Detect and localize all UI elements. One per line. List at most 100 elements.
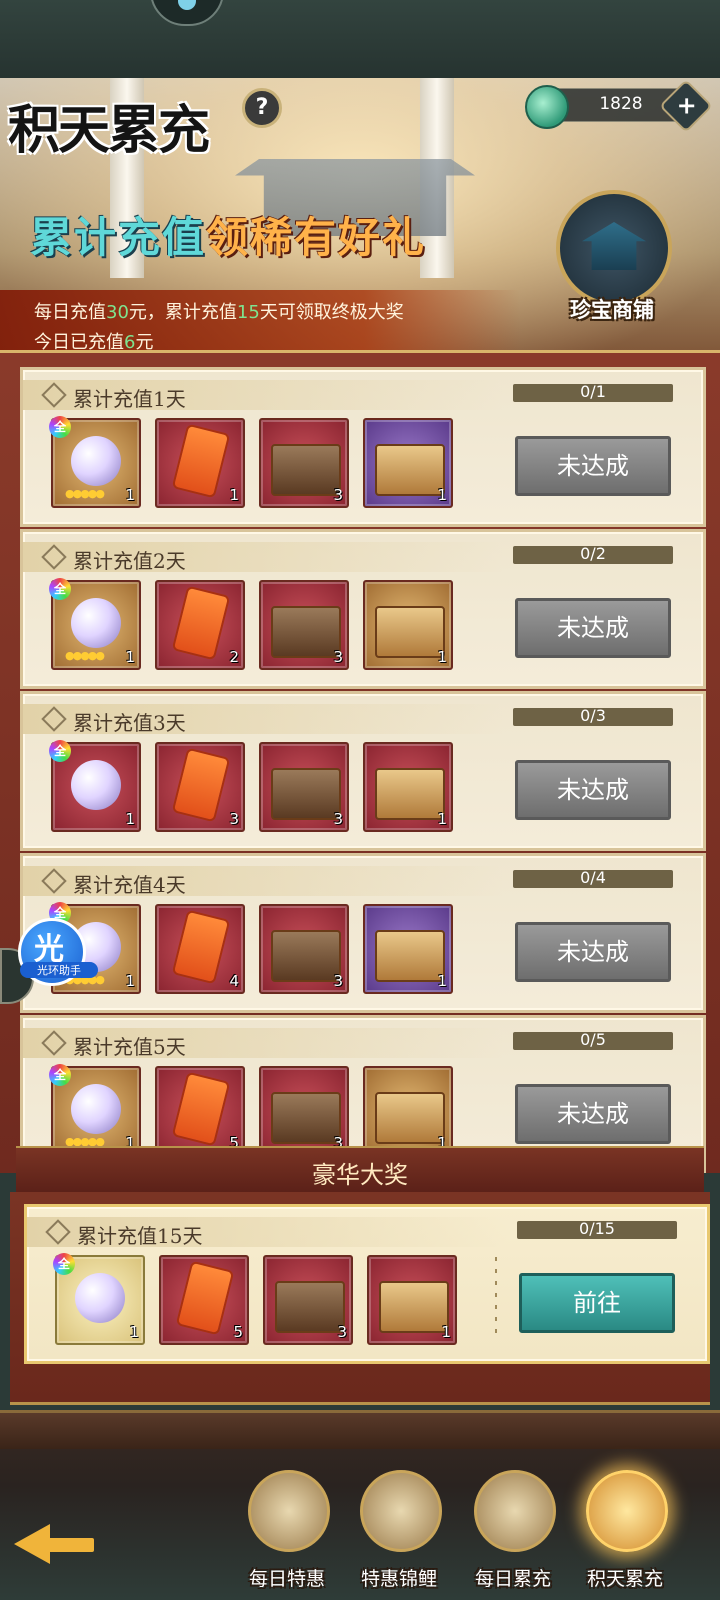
reward-item-chest[interactable]: 3 [263, 1255, 353, 1345]
card-title-bar: 累计充值1天 [23, 380, 503, 411]
reward-item-chest[interactable]: 3 [259, 904, 349, 994]
tier-title: 累计充值2天 [73, 549, 186, 573]
nav-tab-icon [360, 1470, 442, 1552]
tier-title: 累计充值5天 [73, 1035, 186, 1059]
reward-list[interactable]: 累计充值1天 0/1 全 ●●●●● 1 1 3 1 未达成 累计充值2天 0/2 全 ●●●●● 1 2 3… [6, 367, 714, 1173]
treasure-shop-button[interactable] [556, 190, 672, 306]
nav-tab-2[interactable]: 特惠锦鲤 [344, 1470, 454, 1600]
grand-prize-heading: 豪华大奖 [312, 1161, 408, 1189]
tier-progress-text: 0/2 [580, 544, 606, 563]
reward-item-red-envelope[interactable]: 5 [155, 1066, 245, 1156]
reward-tier-card: 累计充值3天 0/3 全 1 3 3 1 未达成 [20, 691, 706, 851]
slogan: 累计充值领稀有好礼 [30, 204, 426, 265]
diamond-icon [41, 1030, 67, 1056]
diamond-icon [41, 382, 67, 408]
top-ornament-icon [150, 0, 224, 26]
decor-table [0, 1410, 720, 1449]
diamond-icon [41, 706, 67, 732]
reward-item-gift-chest[interactable]: 1 [363, 742, 453, 832]
reward-item-orb[interactable]: 全 ●●●●● 1 [49, 1064, 141, 1156]
nav-tab-label: 每日特惠 [248, 1568, 325, 1590]
card-title-bar: 累计充值2天 [23, 542, 503, 573]
help-button[interactable]: ? [242, 88, 282, 128]
tier-progress-text: 0/1 [580, 382, 606, 401]
diamond-icon [41, 544, 67, 570]
not-achieved-button[interactable]: 未达成 [515, 922, 671, 982]
tier-progress-text: 0/4 [580, 868, 606, 887]
reward-item-orb[interactable]: 全 ●●●●● 1 [49, 578, 141, 670]
nav-tab-3[interactable]: 每日累充 [458, 1470, 568, 1600]
nav-tab-label: 积天累充 [586, 1568, 663, 1590]
treasure-shop-label[interactable]: 珍宝商铺 [556, 294, 668, 324]
nav-tab-label: 特惠锦鲤 [360, 1568, 437, 1590]
reward-item-orb[interactable]: 全1 [53, 1253, 145, 1345]
diamond-icon [41, 868, 67, 894]
reward-item-gift-chest[interactable]: 1 [363, 580, 453, 670]
diamond-icon [45, 1219, 71, 1245]
reward-item-red-envelope[interactable]: 1 [155, 418, 245, 508]
add-currency-button[interactable]: + [659, 79, 713, 133]
tier-progress: 0/1 [513, 382, 673, 402]
reward-item-orb[interactable]: 全 ●●●●● 1 [49, 416, 141, 508]
nav-tab-icon [474, 1470, 556, 1552]
reward-item-gift-chest[interactable]: 1 [363, 1066, 453, 1156]
back-button[interactable] [8, 1510, 98, 1580]
slogan-part1: 累计充值 [30, 213, 207, 262]
reward-item-chest[interactable]: 3 [259, 580, 349, 670]
grand-prize-card: 累计充值15天 0/15 全1 5 3 1 前往 [24, 1204, 710, 1364]
event-header: 积天累充 ? 1828 + 累计充值领稀有好礼 每日充值30元，累计充值15天可… [0, 78, 720, 368]
card-title-bar: 累计充值3天 [23, 704, 503, 735]
top-frame [0, 0, 720, 81]
reward-item-chest[interactable]: 3 [259, 418, 349, 508]
shop-building-icon [582, 222, 646, 270]
reward-tier-card: 累计充值4天 0/4 全 ●●●●● 1 4 3 1 未达成 [20, 853, 706, 1013]
reward-item-orb[interactable]: 全1 [49, 740, 141, 832]
grand-prize-progress-text: 0/15 [579, 1219, 615, 1238]
jade-icon [525, 85, 569, 129]
reward-list-frame: 累计充值1天 0/1 全 ●●●●● 1 1 3 1 未达成 累计充值2天 0/2 全 ●●●●● 1 2 3… [0, 350, 720, 1173]
tier-progress-text: 0/3 [580, 706, 606, 725]
not-achieved-button[interactable]: 未达成 [515, 436, 671, 496]
reward-item-chest[interactable]: 3 [259, 1066, 349, 1156]
grand-prize-frame: 累计充值15天 0/15 全1 5 3 1 前往 [10, 1192, 710, 1405]
nav-tab-icon [586, 1470, 668, 1552]
jade-amount: 1828 [599, 94, 643, 114]
nav-tab-4[interactable]: 积天累充 [570, 1470, 680, 1600]
reward-item-gift-chest[interactable]: 1 [363, 904, 453, 994]
reward-item-chest[interactable]: 3 [259, 742, 349, 832]
tier-progress: 0/5 [513, 1030, 673, 1050]
reward-item-red-envelope[interactable]: 5 [159, 1255, 249, 1345]
tier-title: 累计充值3天 [73, 711, 186, 735]
assistant-label: 光环助手 [20, 962, 98, 978]
rule-text: 每日充值30元，累计充值15天可领取终极大奖 [34, 302, 404, 323]
reward-tier-card: 累计充值2天 0/2 全 ●●●●● 1 2 3 1 未达成 [20, 529, 706, 689]
divider [495, 1257, 497, 1337]
back-arrow-icon [14, 1524, 50, 1564]
reward-item-red-envelope[interactable]: 4 [155, 904, 245, 994]
card-title-bar: 累计充值5天 [23, 1028, 503, 1059]
tier-title: 累计充值4天 [73, 873, 186, 897]
goto-button[interactable]: 前往 [519, 1273, 675, 1333]
nav-tab-1[interactable]: 每日特惠 [232, 1470, 342, 1600]
card-title-bar: 累计充值15天 [27, 1217, 507, 1248]
not-achieved-button[interactable]: 未达成 [515, 1084, 671, 1144]
tier-progress: 0/2 [513, 544, 673, 564]
tier-progress: 0/4 [513, 868, 673, 888]
slogan-part2: 领稀有好礼 [206, 213, 427, 262]
tier-progress: 0/3 [513, 706, 673, 726]
tier-progress-text: 0/5 [580, 1030, 606, 1049]
not-achieved-button[interactable]: 未达成 [515, 598, 671, 658]
nav-tab-icon [248, 1470, 330, 1552]
grand-prize-title: 累计充值15天 [77, 1224, 203, 1248]
assistant-float-button[interactable]: 光 光环助手 [18, 918, 98, 986]
reward-item-red-envelope[interactable]: 3 [155, 742, 245, 832]
tier-title: 累计充值1天 [73, 387, 186, 411]
bottom-bar: 每日特惠 特惠锦鲤 每日累充 积天累充 [0, 1410, 720, 1600]
grand-prize-header: 豪华大奖 [16, 1146, 704, 1196]
reward-item-red-envelope[interactable]: 2 [155, 580, 245, 670]
reward-item-gift-chest[interactable]: 1 [367, 1255, 457, 1345]
jade-currency: 1828 + [525, 79, 713, 133]
nav-tab-label: 每日累充 [474, 1568, 551, 1590]
not-achieved-button[interactable]: 未达成 [515, 760, 671, 820]
reward-item-gift-chest[interactable]: 1 [363, 418, 453, 508]
